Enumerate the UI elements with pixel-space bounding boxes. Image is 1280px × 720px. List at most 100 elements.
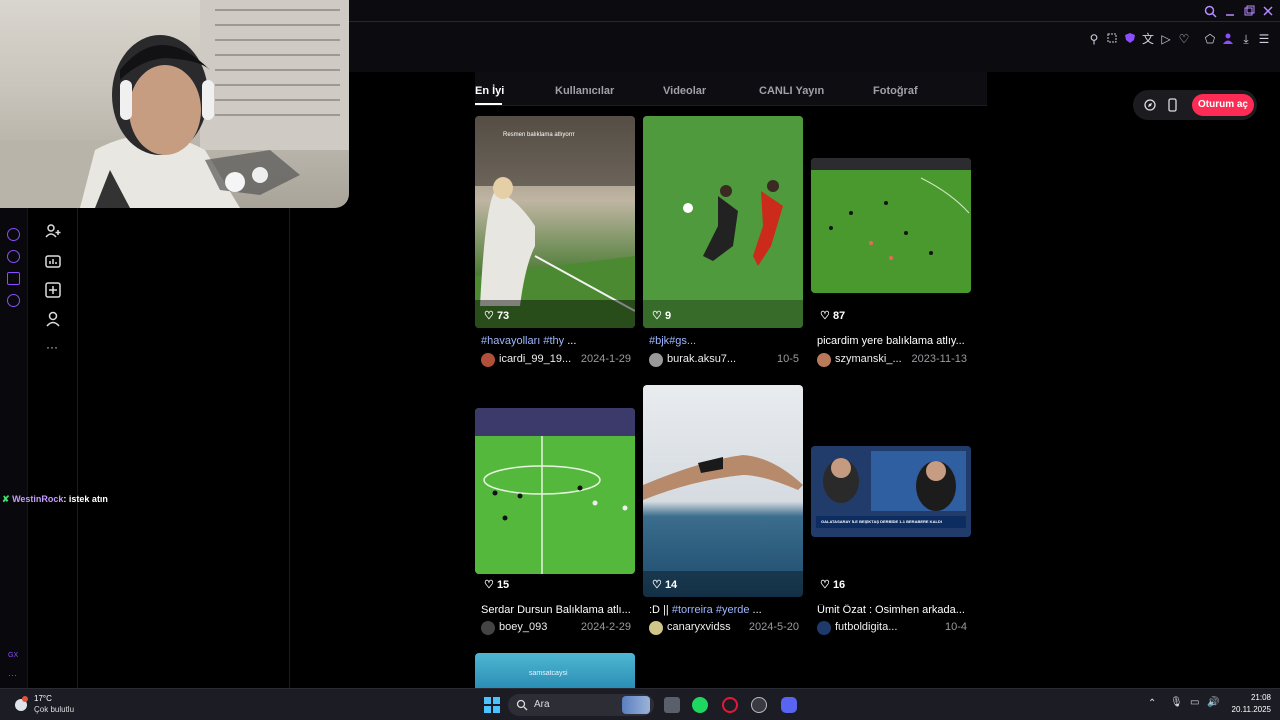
video-card[interactable]: ♡ 9 #bjk#gs... burak.aksu7... 10-5	[643, 116, 803, 370]
search-placeholder: Ara	[534, 699, 550, 710]
avatar[interactable]	[481, 353, 495, 367]
chat-message: : istek atın	[63, 494, 108, 504]
video-caption[interactable]: #bjk#gs...	[649, 335, 799, 347]
opera-gx-icon[interactable]	[722, 697, 738, 713]
username[interactable]: boey_093	[499, 621, 547, 633]
windows-start-icon[interactable]	[484, 697, 500, 713]
following-icon[interactable]	[44, 222, 62, 240]
shield-icon[interactable]	[1123, 32, 1137, 46]
username[interactable]: futboldigita...	[835, 621, 897, 633]
windows-taskbar: 17°C Çok bulutlu Ara ⌃ 🎙 ▭ 🔊 21:08 20.11…	[0, 688, 1280, 720]
video-card[interactable]: GALATASARAY İLE BEŞİKTAŞ DERBİDE 1-1 BER…	[811, 385, 971, 639]
video-caption[interactable]: Serdar Dursun Balıklama atlı...	[481, 604, 631, 616]
history-icon[interactable]	[7, 250, 20, 263]
steam-icon[interactable]	[751, 697, 767, 713]
mobile-icon[interactable]	[1165, 98, 1179, 112]
download-icon[interactable]: ⤓	[1239, 32, 1253, 46]
tab-top[interactable]: En İyi	[475, 85, 504, 97]
video-thumbnail[interactable]: Resmen balıklama atlıyorrr	[475, 116, 635, 328]
clock-time[interactable]: 21:08	[1229, 693, 1271, 702]
explore-icon[interactable]	[1143, 98, 1157, 112]
like-count: ♡ 14	[652, 579, 678, 591]
minimize-icon[interactable]	[1223, 5, 1237, 19]
microphone-icon[interactable]: 🎙	[1170, 697, 1183, 708]
like-count: ♡ 16	[820, 579, 846, 591]
post-date: 2024-2-29	[580, 621, 631, 633]
network-icon[interactable]: ▭	[1190, 697, 1199, 708]
chevron-up-icon[interactable]: ⌃	[1148, 698, 1156, 709]
gx-label: GX	[8, 652, 19, 659]
video-meta: burak.aksu7... 10-5	[649, 353, 799, 367]
more-options-icon[interactable]: ···	[46, 340, 58, 354]
avatar[interactable]	[817, 621, 831, 635]
settings-icon[interactable]	[7, 294, 20, 307]
username[interactable]: icardi_99_19...	[499, 353, 571, 365]
profile-icon[interactable]	[1221, 32, 1235, 46]
heart-outline-icon: ♡	[820, 310, 830, 322]
video-thumbnail[interactable]	[643, 385, 803, 597]
webcam-overlay	[0, 0, 349, 208]
video-caption[interactable]: :D || #torreira #yerde ...	[649, 604, 799, 616]
player-icon[interactable]	[7, 228, 20, 241]
pin-icon[interactable]: ⚲	[1087, 32, 1101, 46]
tab-videos[interactable]: Videolar	[663, 85, 706, 97]
translate-icon[interactable]: 文	[1141, 32, 1155, 46]
video-caption[interactable]: picardim yere balıklama atlıy...	[817, 335, 967, 347]
file-explorer-icon[interactable]	[664, 697, 680, 713]
heart-icon[interactable]: ♡	[1177, 32, 1191, 46]
tab-photos[interactable]: Fotoğraf	[873, 85, 918, 97]
video-meta: boey_093 2024-2-29	[481, 621, 631, 635]
close-icon[interactable]	[1261, 5, 1275, 19]
video-card[interactable]: ♡ 15 Serdar Dursun Balıklama atlı... boe…	[475, 385, 635, 639]
heart-outline-icon: ♡	[484, 310, 494, 322]
live-icon[interactable]	[44, 252, 62, 270]
avatar[interactable]	[817, 353, 831, 367]
video-thumbnail[interactable]	[811, 158, 971, 293]
menu-icon[interactable]: ☰	[1257, 32, 1271, 46]
video-thumbnail[interactable]: GALATASARAY İLE BEŞİKTAŞ DERBİDE 1-1 BER…	[811, 446, 971, 537]
upload-icon[interactable]	[44, 281, 62, 299]
video-thumbnail[interactable]	[643, 116, 803, 328]
snapshot-icon[interactable]	[1105, 32, 1119, 46]
clock-date[interactable]: 20.11.2025	[1221, 705, 1271, 714]
avatar[interactable]	[649, 621, 663, 635]
chat-column: ✘ WestinRock: istek atın	[2, 208, 290, 688]
video-caption[interactable]: #havayolları #thy ...	[481, 335, 631, 347]
username[interactable]: burak.aksu7...	[667, 353, 736, 365]
profile-nav-icon[interactable]	[44, 310, 62, 328]
login-button[interactable]: Oturum aç	[1192, 94, 1254, 116]
video-meta: icardi_99_19... 2024-1-29	[481, 353, 631, 367]
weather-temp: 17°C	[34, 694, 52, 703]
search-icon	[516, 699, 528, 711]
video-thumbnail[interactable]	[475, 408, 635, 574]
chat-badge-icon: ✘	[2, 494, 10, 504]
restore-icon[interactable]	[1242, 5, 1256, 19]
tab-live[interactable]: CANLI Yayın	[759, 85, 824, 97]
volume-icon[interactable]: 🔊	[1207, 697, 1219, 708]
discord-icon[interactable]	[781, 697, 797, 713]
extensions-icon[interactable]: ⬠	[1203, 32, 1217, 46]
avatar[interactable]	[649, 353, 663, 367]
more-icon[interactable]: ···	[8, 670, 17, 680]
like-count: ♡ 9	[652, 310, 672, 322]
extensions-sidebar-icon[interactable]	[7, 272, 20, 285]
avatar[interactable]	[481, 621, 495, 635]
video-overlay-text: samsatcaysi	[529, 670, 568, 677]
video-caption[interactable]: Ümit Özat : Osimhen arkada...	[817, 604, 967, 616]
send-icon[interactable]: ▷	[1159, 32, 1173, 46]
video-card[interactable]: ♡ 87 picardim yere balıklama atlıy... sz…	[811, 116, 971, 370]
tab-active-indicator	[475, 103, 502, 105]
tab-users[interactable]: Kullanıcılar	[555, 85, 614, 97]
search-highlight-image	[622, 696, 650, 714]
top-right-actions: Oturum aç	[1133, 90, 1257, 120]
video-card[interactable]: Resmen balıklama atlıyorrr ♡ 73 #havayol…	[475, 116, 635, 370]
spotify-icon[interactable]	[692, 697, 708, 713]
video-card[interactable]: ♡ 14 :D || #torreira #yerde ... canaryxv…	[643, 385, 803, 639]
heart-outline-icon: ♡	[652, 579, 662, 591]
taskbar-search[interactable]: Ara	[508, 694, 654, 716]
video-thumbnail[interactable]: samsatcaysi	[475, 653, 635, 688]
username[interactable]: canaryxvidss	[667, 621, 731, 633]
weather-icon[interactable]	[12, 695, 30, 713]
username[interactable]: szymanski_...	[835, 353, 902, 365]
search-icon[interactable]	[1203, 5, 1217, 19]
